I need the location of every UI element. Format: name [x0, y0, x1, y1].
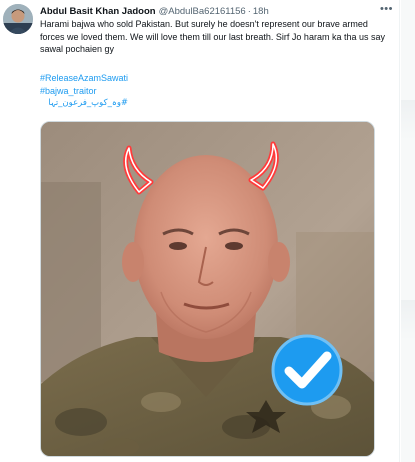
tweet-card[interactable]: Abdul Basit Khan Jadoon @AbdulBa62161156… [0, 0, 400, 462]
author-name[interactable]: Abdul Basit Khan Jadoon [40, 6, 156, 17]
more-horizontal-icon[interactable]: ••• [380, 3, 393, 15]
verified-check-icon [271, 334, 343, 406]
hashtag-link[interactable]: #bajwa_traitor [40, 85, 128, 98]
hashtag-list: #ReleaseAzamSawati #bajwa_traitor #وہ_کو… [40, 72, 128, 110]
author-handle[interactable]: @AbdulBa62161156 [159, 6, 246, 17]
tweet-text: Harami bajwa who sold Pakistan. But sure… [40, 19, 385, 54]
right-panel-edge [401, 0, 415, 462]
hashtag-link[interactable]: #وہ_کوپ_فرعون_تہا [40, 97, 128, 110]
header-separator: · [247, 5, 251, 17]
tweet-header: Abdul Basit Khan Jadoon @AbdulBa62161156… [40, 3, 385, 19]
tweet-timestamp[interactable]: 18h [253, 6, 269, 17]
hashtag-link[interactable]: #ReleaseAzamSawati [40, 72, 128, 85]
tweet-media-photo[interactable] [40, 121, 375, 457]
avatar[interactable] [3, 4, 33, 34]
